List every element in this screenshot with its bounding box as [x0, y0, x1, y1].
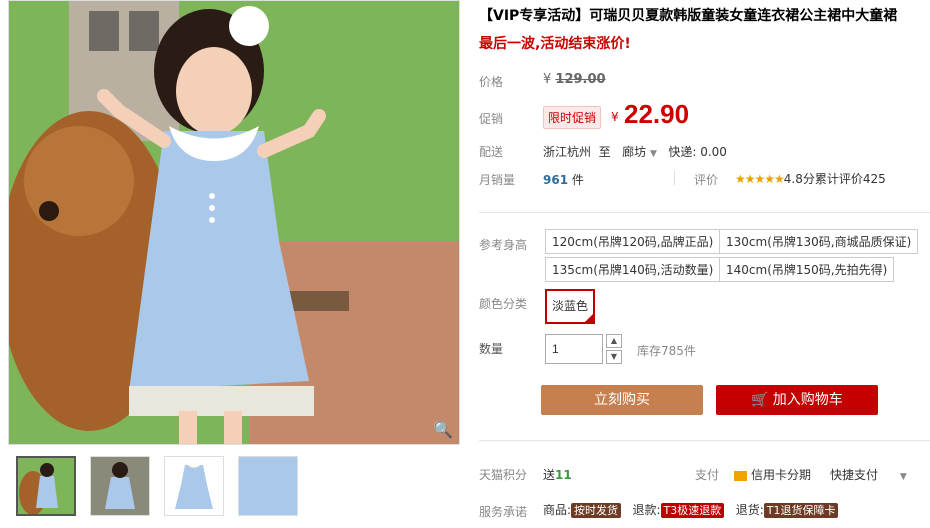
points-value: 11	[555, 468, 572, 482]
color-option-light-blue[interactable]: 淡蓝色	[545, 289, 595, 324]
credit-card-icon	[734, 470, 747, 481]
shipping-fee: 快递: 0.00	[668, 145, 727, 159]
increment-button[interactable]: ▲	[606, 334, 622, 348]
divider	[674, 171, 675, 185]
cart-icon: 🛒	[751, 392, 769, 408]
stock-count: 库存785件	[637, 344, 696, 358]
girl-in-blue-dress-photo	[9, 1, 459, 444]
buy-now-button[interactable]: 立刻购买	[541, 385, 703, 415]
price-label: 价格	[479, 75, 504, 89]
thumbnail-2[interactable]	[90, 456, 150, 516]
review-count: 累计评价425	[814, 172, 886, 186]
ship-from: 浙江杭州	[543, 145, 592, 159]
refund-prefix: 退款:	[632, 503, 661, 517]
add-to-cart-button[interactable]: 🛒 加入购物车	[716, 385, 878, 415]
points-row: 送11	[543, 466, 572, 483]
product-gallery: 🔍	[8, 0, 460, 528]
sales-count-row: 961 件	[543, 171, 584, 188]
monthly-sales-label: 月销量	[479, 173, 516, 187]
thumbnail-3-image	[165, 457, 223, 515]
thumbnail-1[interactable]	[16, 456, 76, 516]
thumbnail-1-image	[18, 458, 74, 514]
rating-row[interactable]: ★★★★★4.8分累计评价425	[735, 170, 886, 187]
ship-to-value: 廊坊	[622, 145, 647, 159]
limited-promo-badge: 限时促销	[543, 106, 602, 129]
on-time-shipping-tag[interactable]: 按时发货	[571, 503, 622, 518]
points-prefix: 送	[543, 468, 556, 482]
product-title: 【VIP专享活动】可瑞贝贝夏款韩版童装女童连衣裙公主裙中大童裙	[479, 8, 898, 24]
thumbnail-4[interactable]	[238, 456, 298, 516]
quick-pay-dropdown[interactable]: 快捷支付 ▼	[830, 466, 907, 483]
product-info-panel: 【VIP专享活动】可瑞贝贝夏款韩版童装女童连衣裙公主裙中大童裙 最后一波,活动结…	[479, 0, 930, 528]
quick-pay-label: 快捷支付	[830, 468, 879, 482]
main-product-image[interactable]: 🔍	[8, 0, 460, 445]
ship-to-dropdown[interactable]: 廊坊 ▼	[622, 145, 657, 159]
star-rating-icon: ★★★★★	[735, 172, 785, 186]
chevron-down-icon: ▼	[649, 149, 657, 159]
thumbnail-3[interactable]	[164, 456, 224, 516]
size-option-130[interactable]: 130cm(吊牌130码,商城品质保证)	[719, 229, 919, 254]
fast-refund-tag[interactable]: T3极速退款	[660, 503, 725, 518]
pay-label: 支付	[695, 468, 720, 482]
original-price: ¥ 129.00	[543, 72, 606, 87]
current-currency-symbol: ¥	[611, 110, 619, 124]
size-label: 参考身高	[479, 238, 528, 252]
points-label: 天猫积分	[479, 468, 528, 482]
size-option-140[interactable]: 140cm(吊牌150码,先拍先得)	[719, 257, 895, 282]
credit-installment[interactable]: 信用卡分期	[734, 466, 811, 483]
thumbnail-2-image	[91, 457, 149, 515]
goods-prefix: 商品:	[543, 503, 572, 517]
color-label: 颜色分类	[479, 297, 528, 311]
add-to-cart-label: 加入购物车	[772, 392, 843, 408]
promo-label: 促销	[479, 112, 504, 126]
ship-to-word: 至	[598, 145, 611, 159]
original-price-value: 129.00	[555, 72, 606, 87]
return-prefix: 退货:	[735, 503, 764, 517]
promo-text: 最后一波,活动结束涨价!	[479, 36, 631, 52]
size-option-120[interactable]: 120cm(吊牌120码,品牌正品)	[545, 229, 721, 254]
section-divider	[479, 212, 930, 213]
zoom-icon[interactable]: 🔍	[433, 420, 453, 440]
rating-score: 4.8分	[783, 172, 815, 186]
review-label: 评价	[694, 173, 719, 187]
sales-unit: 件	[571, 173, 584, 187]
thumbnail-4-image	[239, 457, 297, 515]
shipping-row: 浙江杭州 至 廊坊 ▼ 快递: 0.00	[543, 143, 727, 160]
credit-installment-label: 信用卡分期	[751, 468, 812, 482]
currency-symbol: ¥	[543, 72, 552, 87]
service-label: 服务承诺	[479, 505, 528, 519]
service-row: 商品: 按时发货 退款: T3极速退款 退货: T1退货保障卡	[543, 501, 839, 518]
current-price: 22.90	[624, 99, 690, 129]
thumbnail-strip	[16, 456, 298, 516]
size-option-135[interactable]: 135cm(吊牌140码,活动数量)	[545, 257, 721, 282]
chevron-down-icon: ▼	[899, 472, 907, 482]
decrement-button[interactable]: ▼	[606, 350, 622, 364]
sales-count: 961	[543, 173, 569, 187]
shipping-label: 配送	[479, 145, 504, 159]
quantity-input[interactable]	[545, 334, 603, 364]
section-divider-2	[479, 440, 930, 441]
return-guarantee-tag[interactable]: T1退货保障卡	[763, 503, 839, 518]
quantity-label: 数量	[479, 342, 504, 356]
